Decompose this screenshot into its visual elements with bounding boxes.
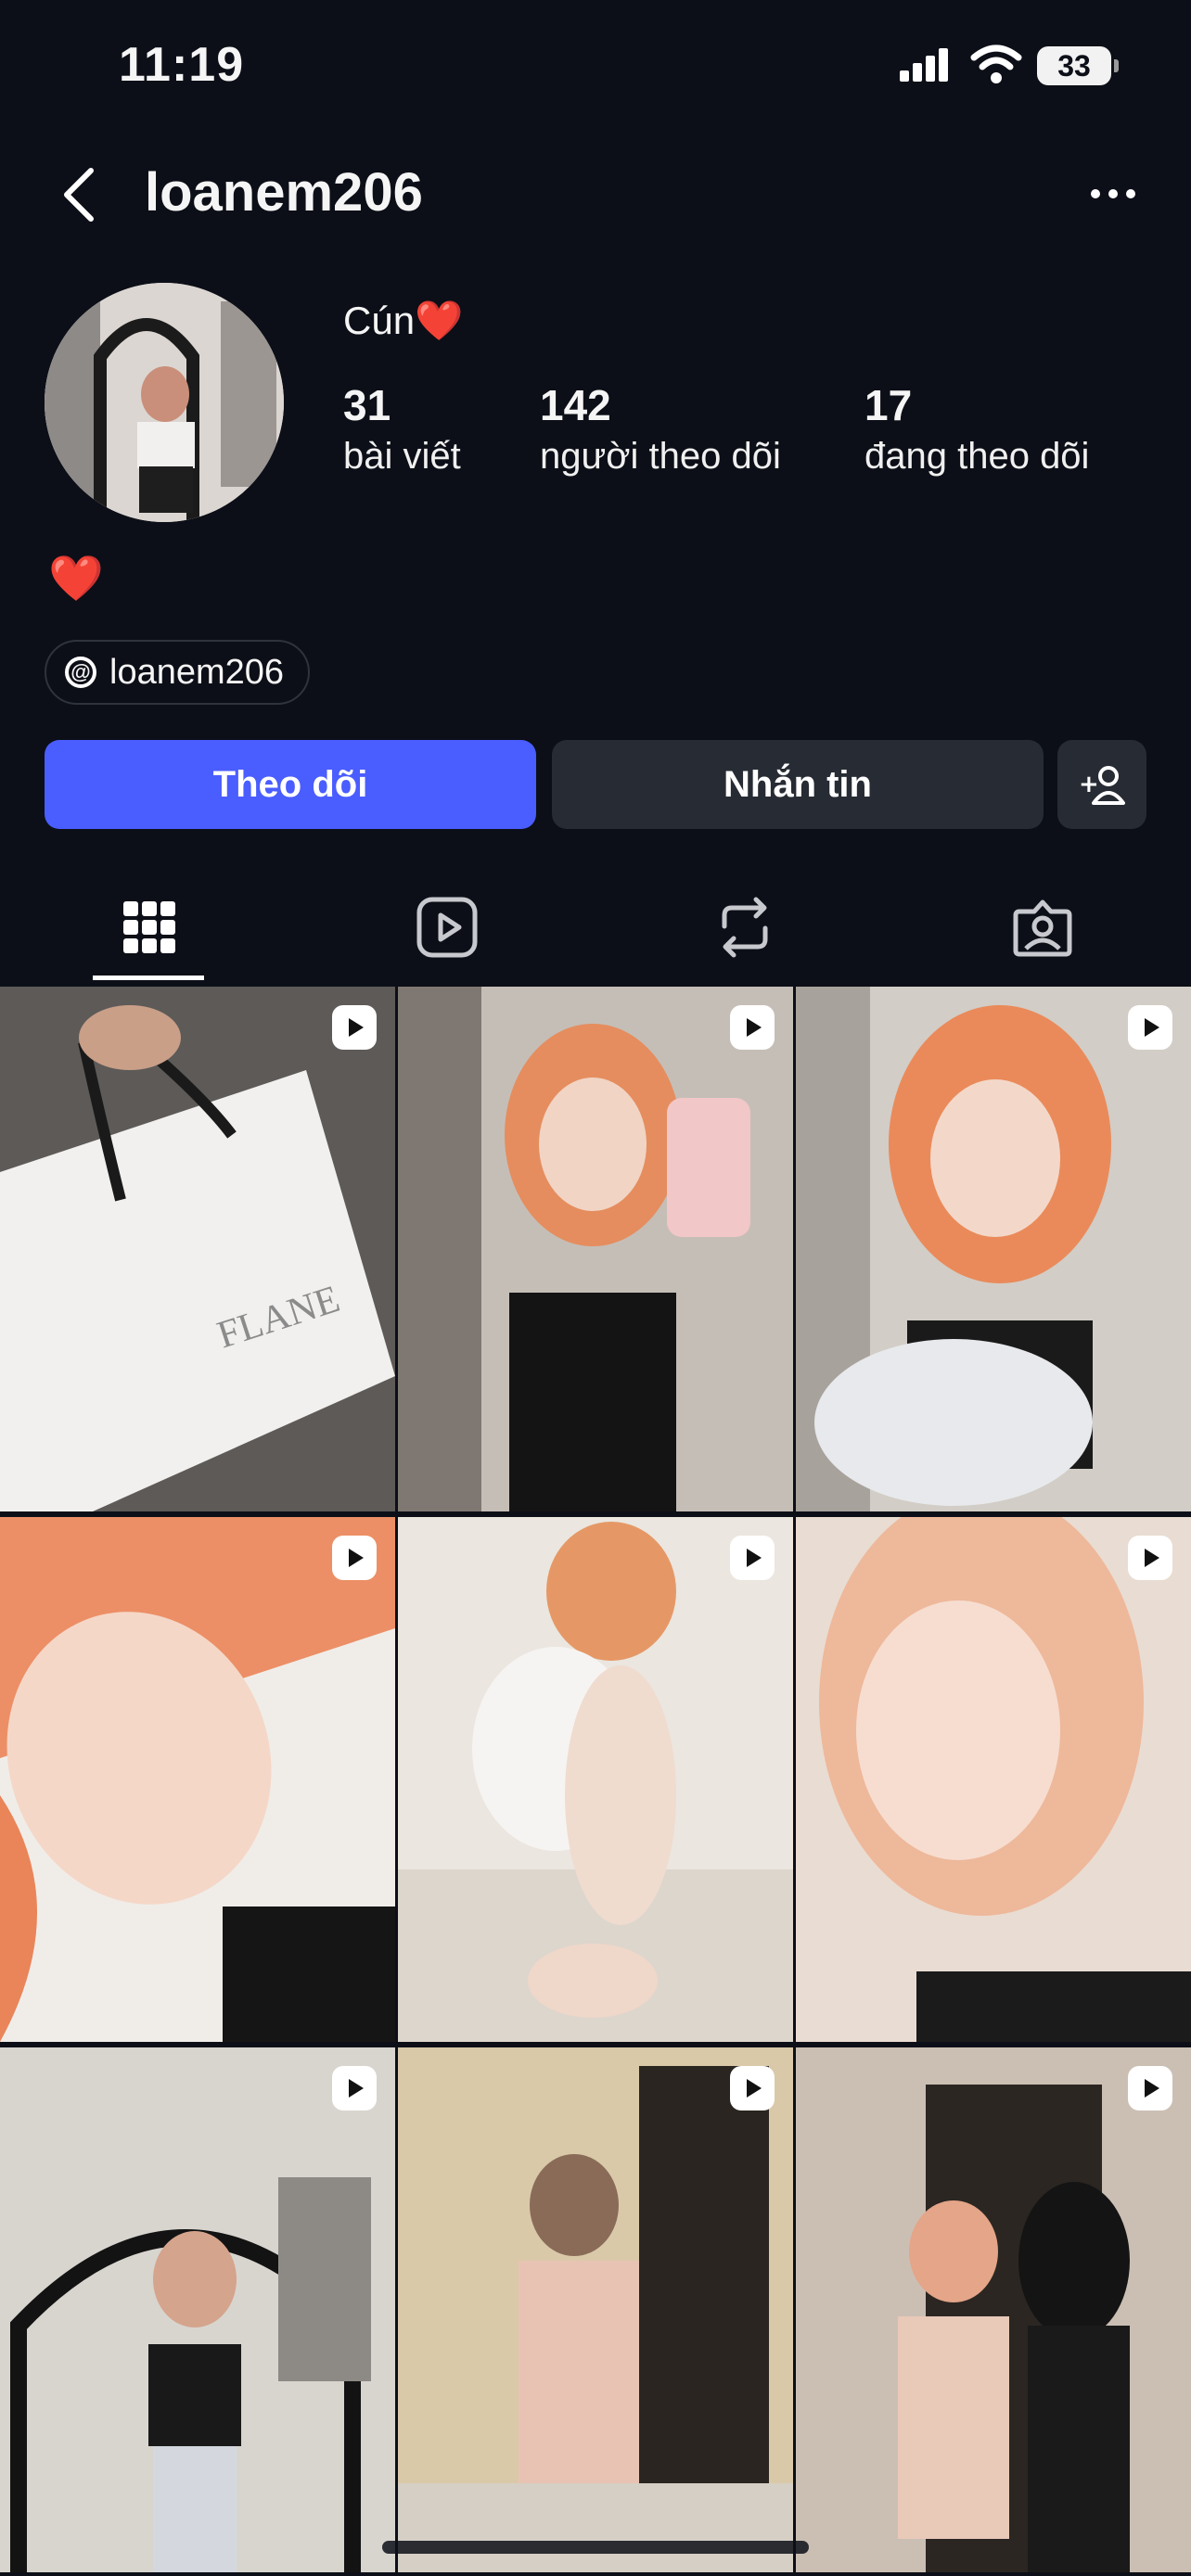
reel-icon: [332, 1005, 377, 1050]
following-count: 17: [864, 381, 913, 429]
reel-icon: [332, 2066, 377, 2111]
display-name: Cún❤️: [343, 299, 464, 342]
tab-reposts[interactable]: [596, 872, 893, 983]
status-bar: 11:19 33: [0, 0, 1191, 139]
following-label: đang theo dõi: [864, 436, 1090, 477]
posts-grid: FLANE: [0, 987, 1191, 2576]
stat-followers[interactable]: 142 người theo dõi: [540, 380, 781, 478]
post-thumbnail[interactable]: FLANE: [0, 987, 395, 1511]
post-thumbnail[interactable]: [796, 987, 1191, 1511]
stat-posts[interactable]: 31 bài viết: [343, 380, 461, 478]
tagged-icon: [1013, 899, 1071, 957]
reel-icon: [730, 2066, 775, 2111]
post-thumbnail[interactable]: [398, 1517, 793, 2042]
post-thumbnail[interactable]: [0, 1517, 395, 2042]
signal-icon: [900, 48, 948, 82]
bio: ❤️: [48, 555, 104, 604]
tab-posts-grid[interactable]: [0, 872, 298, 983]
reel-icon: [1128, 1536, 1172, 1580]
tab-reels[interactable]: [298, 872, 596, 983]
reel-icon: [730, 1536, 775, 1580]
wifi-icon: [970, 45, 1022, 83]
profile-stats: 31 bài viết 142 người theo dõi 17 đang t…: [343, 380, 1159, 491]
profile-tabs: [0, 872, 1191, 983]
post-thumbnail[interactable]: [0, 2047, 395, 2572]
add-person-icon: +: [1079, 766, 1125, 805]
posts-count: 31: [343, 381, 391, 429]
svg-text:+: +: [1079, 771, 1099, 798]
status-time: 11:19: [119, 38, 245, 92]
followers-count: 142: [540, 381, 611, 429]
home-indicator: [382, 2541, 809, 2554]
more-options-icon[interactable]: [1087, 174, 1139, 211]
message-button[interactable]: Nhắn tin: [552, 740, 1044, 829]
post-thumbnail[interactable]: [796, 2047, 1191, 2572]
reel-icon: [1128, 2066, 1172, 2111]
grid-icon: [122, 901, 175, 953]
reel-icon: [1128, 1005, 1172, 1050]
threads-icon: @: [65, 657, 96, 688]
post-thumbnail[interactable]: [796, 1517, 1191, 2042]
threads-link[interactable]: @ loanem206: [45, 640, 311, 705]
post-thumbnail[interactable]: [398, 987, 793, 1511]
page-title: loanem206: [145, 162, 423, 223]
suggest-people-button[interactable]: +: [1057, 740, 1146, 829]
post-thumbnail[interactable]: [398, 2047, 793, 2572]
active-tab-indicator: [93, 976, 204, 980]
avatar[interactable]: [45, 283, 284, 522]
tab-tagged[interactable]: [893, 872, 1191, 983]
stat-following[interactable]: 17 đang theo dõi: [864, 380, 1089, 478]
profile-header: loanem206: [0, 148, 1191, 241]
reel-icon: [730, 1005, 775, 1050]
followers-label: người theo dõi: [540, 436, 781, 477]
battery-icon: 33: [1037, 46, 1119, 85]
back-icon[interactable]: [56, 165, 102, 224]
reel-icon: [332, 1536, 377, 1580]
posts-label: bài viết: [343, 436, 461, 477]
follow-button[interactable]: Theo dõi: [45, 740, 536, 829]
reels-icon: [416, 897, 477, 958]
threads-handle: loanem206: [109, 652, 285, 692]
reposts-icon: [722, 897, 767, 958]
